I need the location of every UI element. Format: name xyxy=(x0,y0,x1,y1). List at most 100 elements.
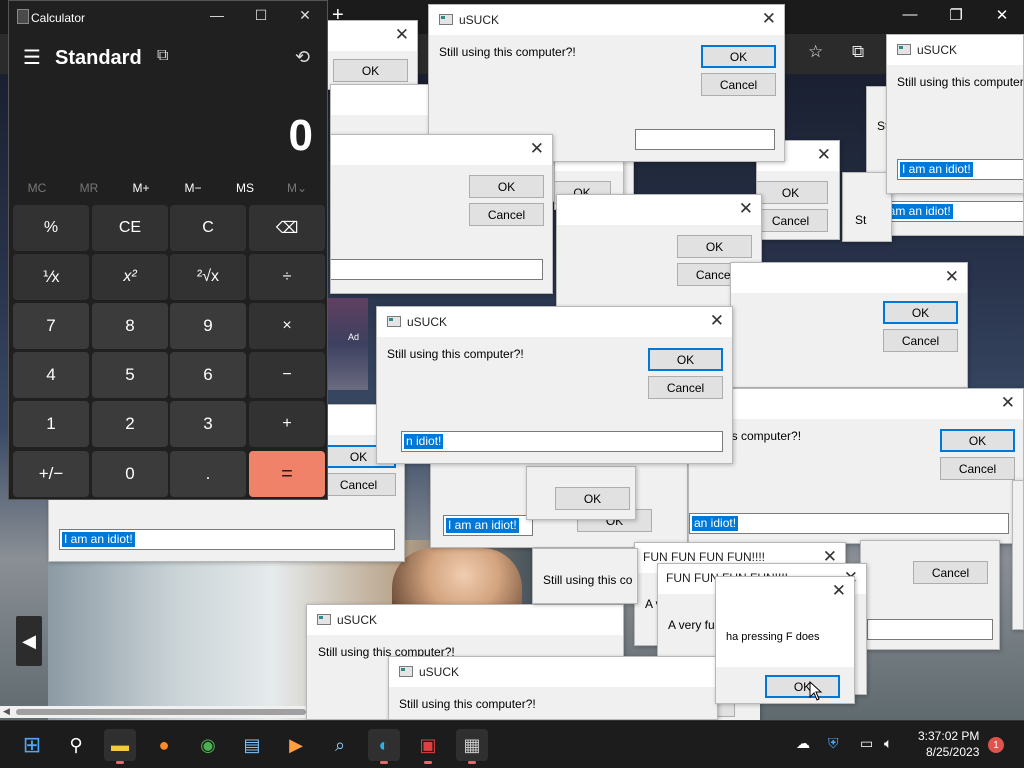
digit-4-key[interactable]: 4 xyxy=(13,352,89,398)
network-icon[interactable]: ▭ xyxy=(860,735,873,752)
cancel-button[interactable]: Cancel xyxy=(757,209,828,232)
memory-store-button[interactable]: MS xyxy=(219,181,271,195)
digit-0-key[interactable]: 0 xyxy=(92,451,168,497)
reciprocal-key[interactable]: ⅟x xyxy=(13,254,89,300)
square-root-key[interactable]: ²√x xyxy=(170,254,246,300)
digit-8-key[interactable]: 8 xyxy=(92,303,168,349)
file-explorer-icon[interactable]: ▬ xyxy=(104,729,136,764)
ok-button[interactable]: OK xyxy=(333,59,408,82)
cancel-button[interactable]: Cancel xyxy=(648,376,723,399)
clear-entry-key[interactable]: CE xyxy=(92,205,168,251)
onedrive-icon[interactable]: ☁ xyxy=(796,735,810,752)
ok-button[interactable]: OK xyxy=(677,235,752,258)
browser-close-button[interactable]: ✕ xyxy=(982,6,1022,24)
memory-recall-button[interactable]: MR xyxy=(63,181,115,195)
carousel-back-button[interactable]: ◀ xyxy=(16,616,42,666)
scrollbar-thumb[interactable] xyxy=(16,709,306,715)
search-icon[interactable]: ⚲ xyxy=(60,729,92,761)
usuck-app-icon[interactable]: ▣ xyxy=(412,729,444,764)
digit-5-key[interactable]: 5 xyxy=(92,352,168,398)
calculator-taskbar-icon[interactable]: ▦ xyxy=(456,729,488,764)
answer-field[interactable]: I am an idiot! xyxy=(877,201,1023,222)
square-key[interactable]: x² xyxy=(92,254,168,300)
digit-7-key[interactable]: 7 xyxy=(13,303,89,349)
browser-minimize-button[interactable]: — xyxy=(890,6,930,23)
chrome-icon[interactable]: ◉ xyxy=(192,729,224,761)
answer-field[interactable]: I am an idiot! xyxy=(59,529,395,550)
memory-subtract-button[interactable]: M− xyxy=(167,181,219,195)
edge-icon[interactable]: ◐ xyxy=(368,729,400,764)
digit-2-key[interactable]: 2 xyxy=(92,401,168,447)
close-icon[interactable]: ✕ xyxy=(945,267,959,287)
divide-key[interactable]: ÷ xyxy=(249,254,325,300)
answer-field[interactable]: I am an idiot! xyxy=(897,159,1023,180)
favorites-star-icon[interactable]: ☆ xyxy=(808,42,823,62)
firefox-icon[interactable]: ● xyxy=(148,729,180,761)
security-icon[interactable]: ⛨ xyxy=(828,735,839,752)
answer-field[interactable] xyxy=(331,259,543,280)
close-icon[interactable]: ✕ xyxy=(285,7,325,24)
backspace-key[interactable]: ⌫ xyxy=(249,205,325,251)
ok-button[interactable]: OK xyxy=(648,348,723,371)
answer-field[interactable]: I am an idiot! xyxy=(443,515,533,536)
cancel-button[interactable]: Cancel xyxy=(940,457,1015,480)
clear-key[interactable]: C xyxy=(170,205,246,251)
close-icon[interactable]: ✕ xyxy=(817,145,831,165)
digit-3-key[interactable]: 3 xyxy=(170,401,246,447)
subtract-key[interactable]: − xyxy=(249,352,325,398)
ok-button[interactable]: OK xyxy=(757,181,828,204)
answer-field[interactable] xyxy=(635,129,775,150)
answer-field[interactable]: n idiot! xyxy=(401,431,723,452)
history-icon[interactable]: ⟲ xyxy=(295,47,310,68)
close-icon[interactable]: ✕ xyxy=(1001,393,1015,413)
volume-icon[interactable]: 🔈︎ xyxy=(884,735,892,752)
collections-icon[interactable]: ⧉ xyxy=(852,42,864,62)
digit-9-key[interactable]: 9 xyxy=(170,303,246,349)
close-icon[interactable]: ✕ xyxy=(395,25,409,45)
notepad-icon[interactable]: ▤ xyxy=(236,729,268,761)
ok-button[interactable]: OK xyxy=(765,675,840,698)
ok-button[interactable]: OK xyxy=(555,487,630,510)
browser-restore-button[interactable]: ❐ xyxy=(936,6,976,24)
memory-clear-button[interactable]: MC xyxy=(11,181,63,195)
ok-button[interactable]: OK xyxy=(701,45,776,68)
memory-add-button[interactable]: M+ xyxy=(115,181,167,195)
start-icon[interactable]: ⊞ xyxy=(16,729,48,761)
remote-desktop-icon[interactable]: ⌕ xyxy=(324,729,356,761)
cancel-button[interactable]: Cancel xyxy=(701,73,776,96)
maximize-icon[interactable]: ☐ xyxy=(241,7,281,24)
equals-key[interactable]: = xyxy=(249,451,325,497)
close-icon[interactable]: ✕ xyxy=(832,581,846,601)
media-player-icon[interactable]: ▶ xyxy=(280,729,312,761)
answer-field[interactable] xyxy=(867,619,993,640)
digit-6-key[interactable]: 6 xyxy=(170,352,246,398)
horizontal-scrollbar[interactable]: ◀ xyxy=(0,706,320,718)
scroll-left-icon[interactable]: ◀ xyxy=(3,706,10,717)
running-indicator xyxy=(116,761,124,764)
add-key[interactable]: + xyxy=(249,401,325,447)
keep-on-top-icon[interactable]: ⧉ xyxy=(157,47,168,65)
close-icon[interactable]: ✕ xyxy=(762,9,776,29)
cancel-button[interactable]: Cancel xyxy=(913,561,988,584)
minimize-icon[interactable]: — xyxy=(197,7,237,23)
ad-banner[interactable]: Ad xyxy=(328,298,368,390)
ok-button[interactable]: OK xyxy=(940,429,1015,452)
close-icon[interactable]: ✕ xyxy=(530,139,544,159)
close-icon[interactable]: ✕ xyxy=(739,199,753,219)
digit-1-key[interactable]: 1 xyxy=(13,401,89,447)
ok-button[interactable]: OK xyxy=(469,175,544,198)
percent-key[interactable]: % xyxy=(13,205,89,251)
hamburger-menu-icon[interactable]: ☰ xyxy=(23,45,41,70)
cancel-button[interactable]: Cancel xyxy=(321,473,396,496)
system-clock[interactable]: 3:37:02 PM 8/25/2023 xyxy=(918,728,979,760)
cancel-button[interactable]: Cancel xyxy=(469,203,544,226)
multiply-key[interactable]: × xyxy=(249,303,325,349)
notification-badge[interactable]: 1 xyxy=(988,737,1004,753)
memory-list-button[interactable]: M⌄ xyxy=(271,181,323,195)
close-icon[interactable]: ✕ xyxy=(710,311,724,331)
ok-button[interactable]: OK xyxy=(883,301,958,324)
decimal-key[interactable]: . xyxy=(170,451,246,497)
answer-field[interactable]: an idiot! xyxy=(689,513,1009,534)
negate-key[interactable]: +/− xyxy=(13,451,89,497)
cancel-button[interactable]: Cancel xyxy=(883,329,958,352)
